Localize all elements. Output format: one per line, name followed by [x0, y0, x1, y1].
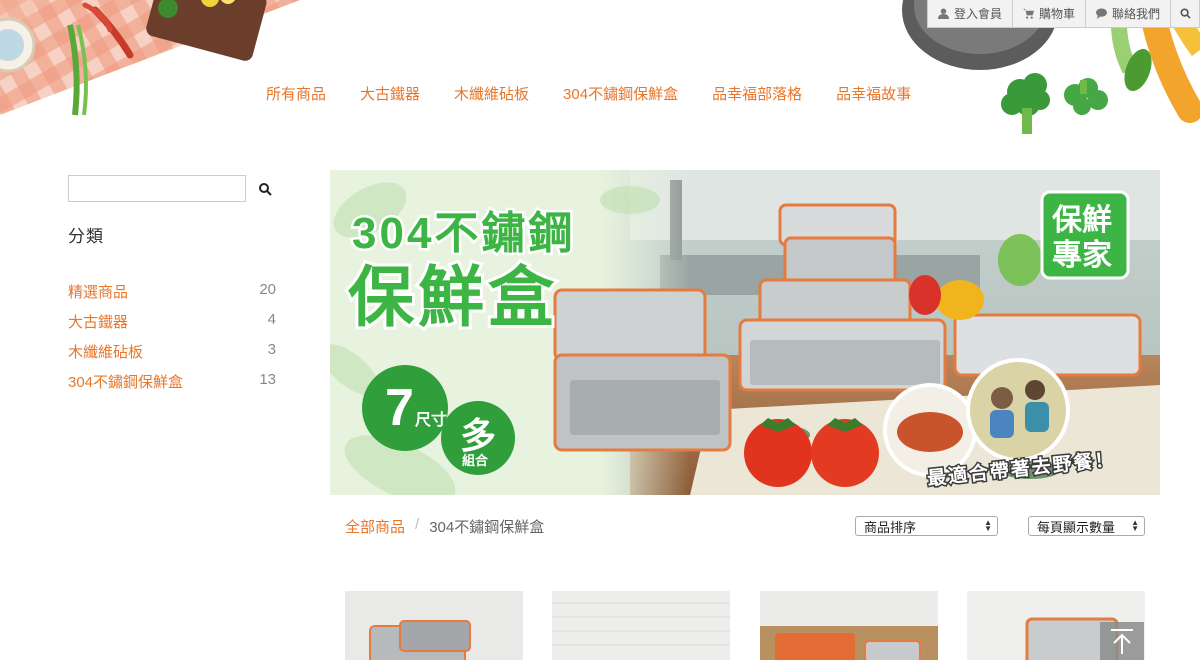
badge-size-number: 7	[385, 379, 414, 437]
search-input[interactable]	[68, 175, 246, 202]
badge-combo-small: 組合	[462, 453, 489, 468]
category-count: 20	[259, 281, 276, 298]
sidebar: 分類 精選商品 20 大古鐵器 4 木纖維砧板 3 304不鏽鋼保鮮盒 13	[68, 175, 288, 401]
per-page-select-label: 每頁顯示數量	[1037, 519, 1116, 535]
top-utility-bar: 登入會員 購物車 聯絡我們	[926, 0, 1200, 28]
header-decoration-left	[0, 0, 300, 120]
user-icon	[937, 8, 949, 19]
nav-all-products[interactable]: 所有商品	[266, 85, 326, 105]
badge-combo-big: 多	[460, 415, 496, 456]
contact-button[interactable]: 聯絡我們	[1084, 0, 1171, 28]
product-image	[345, 591, 523, 660]
search-icon	[1179, 8, 1191, 19]
cart-button[interactable]: 購物車	[1011, 0, 1086, 28]
nav-wood-fiber-board[interactable]: 木纖維砧板	[454, 85, 529, 105]
main-navigation: 所有商品 大古鐵器 木纖維砧板 304不鏽鋼保鮮盒 品幸福部落格 品幸福故事	[266, 85, 945, 105]
breadcrumb-separator: /	[415, 516, 420, 533]
product-tile[interactable]	[552, 591, 730, 660]
product-image	[760, 591, 938, 660]
breadcrumb-current: 304不鏽鋼保鮮盒	[429, 519, 545, 536]
banner-headline-2: 保鮮盒	[348, 260, 558, 334]
login-label: 登入會員	[953, 7, 1002, 21]
banner-headline-1: 304不鏽鋼	[352, 209, 575, 258]
category-count: 3	[267, 341, 276, 358]
per-page-select[interactable]: 每頁顯示數量 ▲ ▼	[1028, 516, 1145, 536]
cart-icon	[1022, 8, 1034, 19]
category-label[interactable]: 大古鐵器	[68, 311, 128, 341]
sort-select[interactable]: 商品排序 ▲ ▼	[855, 516, 998, 536]
breadcrumb: 全部商品 / 304不鏽鋼保鮮盒	[345, 516, 544, 537]
category-heading: 分類	[68, 227, 104, 246]
top-search-button[interactable]	[1170, 0, 1200, 28]
category-list: 精選商品 20 大古鐵器 4 木纖維砧板 3 304不鏽鋼保鮮盒 13	[68, 281, 288, 401]
category-label[interactable]: 精選商品	[68, 281, 128, 311]
category-count: 4	[267, 311, 276, 328]
hero-banner[interactable]: 304不鏽鋼 保鮮盒 7 尺寸 多 組合 保鮮 專家 最適合帶著去野餐！	[330, 170, 1160, 495]
category-count: 13	[259, 371, 276, 388]
badge-size-text: 尺寸	[415, 410, 447, 429]
search-icon[interactable]	[258, 182, 272, 196]
sidebar-search	[68, 175, 288, 202]
corner-badge-line-1: 保鮮	[1052, 204, 1112, 237]
nav-story[interactable]: 品幸福故事	[836, 85, 911, 105]
updown-arrows-icon: ▲ ▼	[984, 518, 992, 533]
sort-select-label: 商品排序	[864, 519, 917, 535]
login-button[interactable]: 登入會員	[926, 0, 1013, 28]
arrow-up-icon	[1111, 629, 1133, 654]
category-item[interactable]: 木纖維砧板 3	[68, 341, 276, 371]
category-item[interactable]: 大古鐵器 4	[68, 311, 276, 341]
product-tile[interactable]	[345, 591, 523, 660]
product-tile[interactable]	[760, 591, 938, 660]
category-item[interactable]: 304不鏽鋼保鮮盒 13	[68, 371, 276, 401]
nav-cast-iron[interactable]: 大古鐵器	[360, 85, 420, 105]
cart-label: 購物車	[1038, 7, 1075, 21]
banner-artwork: 304不鏽鋼 保鮮盒 7 尺寸 多 組合 保鮮 專家 最適合帶著去野餐！	[330, 170, 1160, 495]
contact-label: 聯絡我們	[1111, 7, 1160, 21]
nav-blog[interactable]: 品幸福部落格	[712, 85, 802, 105]
product-image	[552, 591, 730, 660]
category-label[interactable]: 木纖維砧板	[68, 341, 143, 371]
category-label[interactable]: 304不鏽鋼保鮮盒	[68, 371, 183, 401]
back-to-top-button[interactable]	[1100, 622, 1144, 660]
chat-bubble-icon	[1095, 8, 1107, 19]
category-item[interactable]: 精選商品 20	[68, 281, 276, 311]
updown-arrows-icon: ▲ ▼	[1131, 518, 1139, 533]
nav-stainless-containers[interactable]: 304不鏽鋼保鮮盒	[563, 85, 678, 105]
corner-badge-line-2: 專家	[1052, 239, 1112, 272]
breadcrumb-home-link[interactable]: 全部商品	[345, 516, 405, 537]
